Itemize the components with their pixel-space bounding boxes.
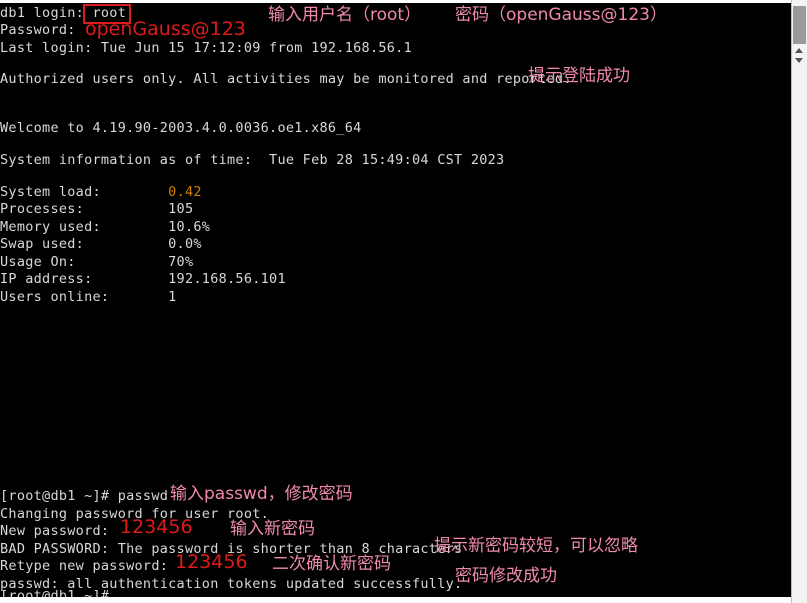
terminal-line-passwd-command: [root@db1 ~]# passwd (0, 488, 169, 504)
terminal-line-usage-on: Usage On: 70% (0, 253, 194, 270)
note-type-passwd: 输入passwd，修改密码 (170, 484, 353, 504)
note-password-too-short: 提示新密码较短，可以忽略 (434, 536, 638, 556)
terminal-line-final-prompt: [root@db1 ~]# (0, 588, 110, 597)
scrollbar-track[interactable] (792, 0, 807, 603)
terminal-line-users-online: Users online: 1 (0, 288, 177, 305)
system-load-label: System load: (0, 183, 101, 200)
terminal-line-processes: Processes: 105 (0, 201, 194, 217)
terminal-line-retype-password: Retype new password: (0, 558, 169, 574)
note-password: 密码（openGauss@123） (455, 5, 667, 25)
terminal-window: db1 login: root Password: Last login: Tu… (0, 0, 807, 603)
terminal-line-authorized-notice: Authorized users only. All activities ma… (0, 71, 572, 87)
note-login-success: 提示登陆成功 (528, 66, 630, 86)
system-load-value: 0.42 (168, 183, 202, 200)
terminal-line-welcome-kernel: Welcome to 4.19.90-2003.4.0.0036.oe1.x86… (0, 120, 362, 136)
note-enter-username: 输入用户名（root） (268, 5, 422, 25)
note-enter-new-password: 输入新密码 (230, 519, 315, 539)
terminal-line-swap-used: Swap used: 0.0% (0, 236, 202, 252)
terminal-line-system-information-time: System information as of time: Tue Feb 2… (0, 152, 505, 168)
terminal-line-memory-used: Memory used: 10.6% (0, 218, 211, 235)
retype-password-value: 123456 (175, 551, 248, 573)
terminal-line-system-load: System load: 0.42 (0, 184, 202, 201)
terminal-line-ip-address: IP address: 192.168.56.101 (0, 271, 286, 287)
terminal-line-new-password: New password: (0, 523, 110, 539)
scroll-down-arrow-icon[interactable] (795, 58, 803, 63)
new-password-value: 123456 (120, 516, 193, 538)
note-password-changed: 密码修改成功 (455, 566, 557, 586)
scrollbar-thumb[interactable] (793, 6, 806, 44)
note-confirm-new-password: 二次确认新密码 (272, 554, 391, 574)
terminal-screen[interactable]: db1 login: root Password: Last login: Tu… (0, 3, 791, 597)
entered-password-value: openGauss@123 (85, 18, 246, 40)
terminal-line-password-prompt: Password: (0, 22, 76, 39)
scroll-up-arrow-icon[interactable] (795, 48, 803, 53)
terminal-line-last-login: Last login: Tue Jun 15 17:12:09 from 192… (0, 39, 412, 56)
terminal-scrollbar[interactable] (791, 0, 807, 603)
